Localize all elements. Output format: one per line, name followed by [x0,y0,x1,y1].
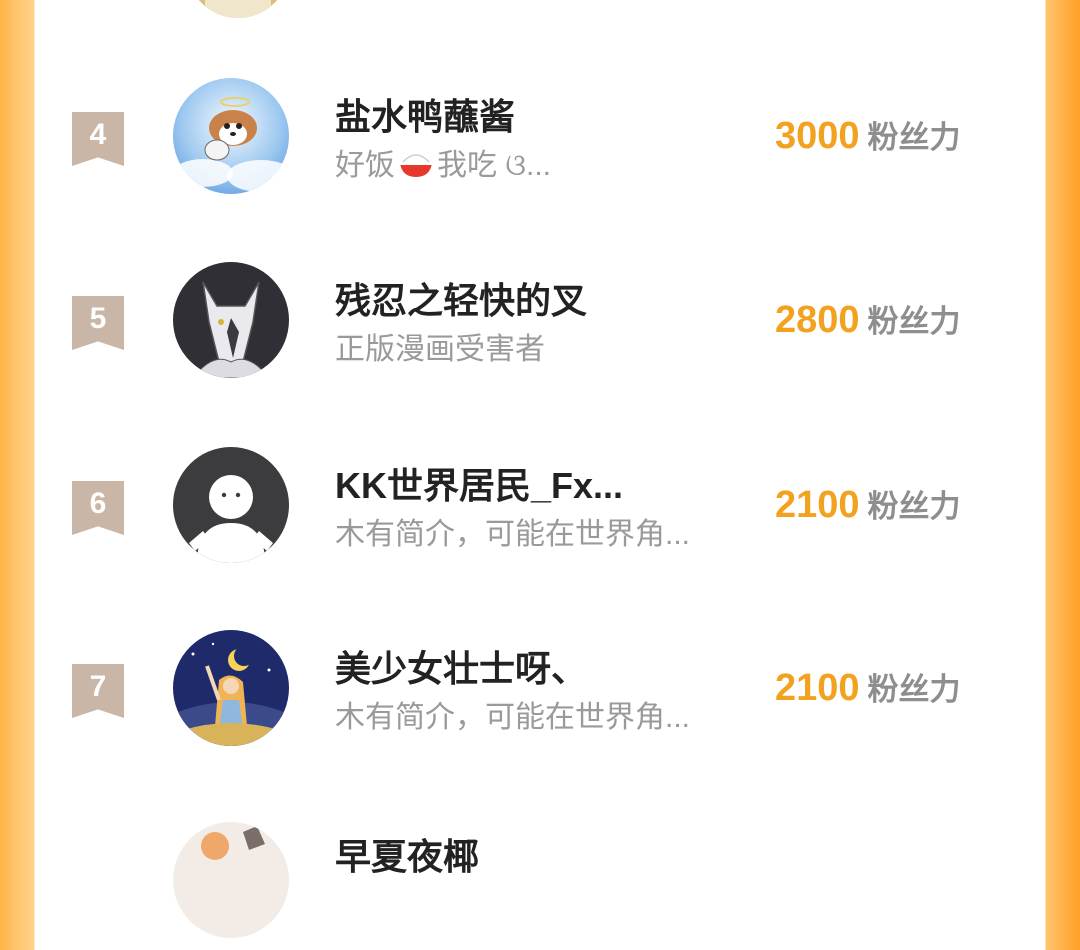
ranking-row[interactable]: 4 盐水鸭蘸酱 好饭 我吃 ଓ... 3000 粉丝力 [35,60,1045,210]
user-bio: 木有简介，可能在世界角... [335,701,691,734]
rank-badge: 4 [72,112,124,166]
default-avatar-icon[interactable] [173,447,289,563]
fans-unit: 粉丝力 [867,672,961,707]
user-bio: 木有简介，可能在世界角... [335,518,691,551]
fans-unit: 粉丝力 [867,304,961,339]
fans-score: 2100 粉丝力 [775,664,961,710]
fans-number: 3000 [775,115,860,157]
avatar-image-partial [173,822,289,938]
user-name[interactable]: KK世界居民_Fx... [335,457,623,509]
user-name[interactable]: 早夏夜椰 [335,828,479,880]
fans-score: 2100 粉丝力 [775,481,961,527]
wolf-avatar-image [173,262,289,378]
avatar-rank-3-partial[interactable] [185,0,291,18]
rank-badge: 7 [72,664,124,718]
user-name[interactable]: 美少女壮士呀、 [335,640,587,692]
fans-number: 2100 [775,667,860,709]
user-name[interactable]: 盐水鸭蘸酱 [335,88,515,140]
rank-number: 6 [89,487,107,520]
rank-badge: 6 [72,481,124,535]
rank-badge: 5 [72,296,124,350]
ranking-row[interactable]: 早夏夜椰 [35,800,1045,950]
ranking-row[interactable]: 7 美少女壮士呀、 木有简介，可能在世界角... 2100 粉丝力 [35,612,1045,762]
fans-score: 2800 粉丝力 [775,296,961,342]
bio-text-after: 我吃 ଓ... [437,149,552,182]
fans-unit: 粉丝力 [867,120,961,155]
night-girl-avatar-image [173,630,289,746]
rank-number: 5 [89,302,107,335]
bio-text-before: 好饭 [335,149,395,182]
avatar[interactable] [173,78,289,194]
avatar[interactable] [173,262,289,378]
ranking-row[interactable]: 6 KK世界居民_Fx... 木有简介，可能在世界角... 2100 粉丝力 [35,429,1045,579]
dog-avatar-image [173,78,289,194]
avatar[interactable] [173,822,289,938]
fans-score: 3000 粉丝力 [775,112,961,158]
user-bio: 好饭 我吃 ଓ... [335,140,551,187]
fans-unit: 粉丝力 [867,489,961,524]
rank-number: 4 [89,118,107,151]
fans-number: 2100 [775,484,860,526]
user-name[interactable]: 残忍之轻快的叉 [335,272,587,324]
user-bio: 正版漫画受害者 [335,333,545,366]
fans-number: 2800 [775,299,860,341]
avatar[interactable] [173,630,289,746]
rank-number: 7 [89,670,107,703]
ranking-row[interactable]: 5 残忍之轻快的叉 正版漫画受害者 2800 粉丝力 [35,244,1045,394]
rice-bowl-emoji-icon [398,149,434,187]
default-avatar-silhouette [173,447,289,563]
fans-ranking-list: 4 盐水鸭蘸酱 好饭 我吃 ଓ... 3000 粉丝力 5 残忍之轻快的叉 正版… [35,0,1045,938]
